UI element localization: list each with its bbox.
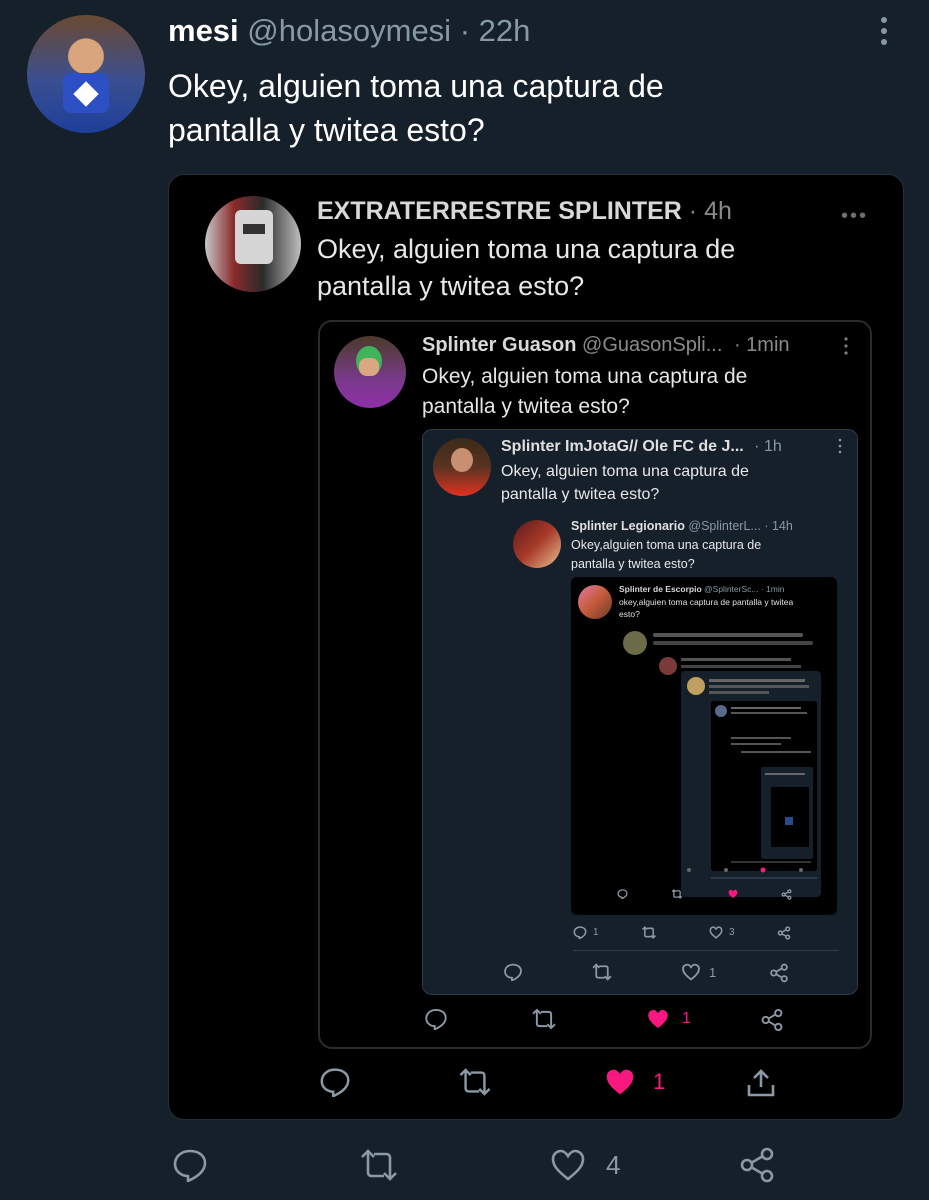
quoted-screenshot[interactable]: EXTRATERRESTRE SPLINTER · 4h ••• Okey, a… — [168, 174, 904, 1120]
like-count: 1 — [653, 1069, 666, 1094]
reply-button[interactable] — [503, 963, 523, 981]
display-name[interactable]: Splinter de Escorpio — [619, 584, 702, 594]
like-button[interactable]: 1 — [603, 1067, 665, 1097]
heart-filled-icon — [728, 889, 738, 899]
quoted-tweet[interactable]: Splinter Guason @GuasonSpli... · 1min Ok… — [318, 320, 872, 1049]
avatar[interactable] — [334, 336, 406, 408]
share-icon — [781, 889, 792, 900]
share-icon — [740, 1147, 774, 1183]
retweet-button[interactable] — [457, 1067, 493, 1097]
handle[interactable]: @SplinterSc... — [704, 584, 758, 594]
divider — [573, 950, 839, 951]
reply-button[interactable] — [617, 889, 628, 899]
share-button[interactable] — [738, 1146, 776, 1184]
tweet-text: Okey, alguien toma una captura de pantal… — [501, 463, 749, 503]
timestamp[interactable]: · 4h — [689, 197, 732, 225]
more-vertical-icon[interactable] — [842, 336, 850, 356]
reply-icon — [617, 889, 628, 899]
display-name[interactable]: mesi — [168, 13, 239, 48]
timestamp[interactable]: · 1min — [734, 334, 790, 356]
like-button[interactable]: 1 — [646, 1008, 691, 1030]
heart-outline-icon — [709, 926, 723, 939]
retweet-icon — [459, 1068, 491, 1096]
tweet-text: Okey, alguien toma una captura de pantal… — [422, 365, 748, 418]
display-name[interactable]: EXTRATERRESTRE SPLINTER — [317, 197, 682, 225]
timestamp[interactable]: · 14h — [764, 519, 793, 533]
retweet-button[interactable] — [641, 926, 657, 939]
avatar[interactable] — [27, 15, 145, 133]
avatar[interactable] — [513, 520, 561, 568]
share-icon — [761, 1008, 783, 1032]
tweet-text: okey,alguien toma captura de pantalla y … — [619, 597, 794, 619]
tweet-text: Okey,alguien toma una captura de pantall… — [571, 538, 762, 571]
display-name[interactable]: Splinter ImJotaG// Ole FC de J... — [501, 438, 744, 455]
tweet-text: Okey, alguien toma una captura de pantal… — [168, 68, 664, 148]
like-count: 1 — [709, 964, 717, 980]
share-icon — [770, 963, 788, 983]
like-count: 4 — [606, 1149, 621, 1180]
reply-icon — [425, 1008, 447, 1030]
separator: · — [459, 13, 471, 48]
quoted-tweet[interactable]: Splinter de Escorpio @SplinterSc... · 1m… — [571, 577, 837, 915]
more-options-icon[interactable]: ••• — [841, 205, 868, 228]
avatar[interactable] — [433, 438, 491, 496]
more-options-button[interactable] — [874, 14, 894, 48]
share-button[interactable] — [777, 926, 791, 940]
timestamp[interactable]: · 1min — [761, 584, 785, 594]
reply-button[interactable] — [319, 1067, 351, 1097]
retweet-icon — [671, 889, 683, 899]
retweet-button[interactable] — [591, 963, 613, 981]
heart-filled-icon — [606, 1069, 634, 1095]
like-button[interactable]: 3 — [709, 926, 735, 939]
reply-button[interactable]: 1 — [573, 926, 599, 939]
retweet-button[interactable] — [530, 1008, 558, 1030]
heart-outline-icon — [551, 1149, 585, 1181]
like-button[interactable]: 1 — [681, 963, 716, 981]
share-button[interactable] — [745, 1067, 777, 1099]
reply-icon — [573, 926, 587, 939]
share-icon — [777, 926, 791, 940]
avatar[interactable] — [205, 196, 301, 292]
timestamp[interactable]: · 1h — [754, 438, 782, 455]
reply-icon — [173, 1149, 207, 1182]
handle[interactable]: @SplinterL... — [688, 519, 760, 533]
more-vertical-icon — [881, 17, 887, 45]
quoted-tweet[interactable]: Splinter ImJotaG// Ole FC de J... · 1h O… — [422, 429, 858, 995]
like-button[interactable]: 4 — [550, 1148, 620, 1182]
share-upload-icon — [747, 1069, 775, 1097]
reply-count: 1 — [593, 927, 599, 938]
retweet-icon — [641, 926, 657, 939]
handle[interactable]: @holasoymesi — [247, 13, 451, 48]
like-count: 3 — [729, 927, 735, 938]
tweet-text: Okey, alguien toma una captura de pantal… — [317, 234, 736, 301]
like-count: 1 — [682, 1010, 691, 1027]
reply-button[interactable] — [172, 1148, 208, 1182]
retweet-icon — [361, 1149, 397, 1181]
display-name[interactable]: Splinter Legionario — [571, 519, 685, 533]
share-button[interactable] — [781, 889, 792, 900]
timestamp[interactable]: 22h — [479, 13, 531, 48]
reply-icon — [504, 963, 522, 981]
heart-outline-icon — [682, 963, 700, 981]
like-button[interactable] — [727, 889, 739, 899]
avatar[interactable] — [578, 585, 612, 619]
retweet-button[interactable] — [358, 1148, 400, 1182]
reply-button[interactable] — [424, 1008, 448, 1030]
reply-icon — [320, 1068, 350, 1097]
display-name[interactable]: Splinter Guason — [422, 334, 576, 356]
handle[interactable]: @GuasonSpli... — [582, 334, 722, 356]
retweet-icon — [592, 963, 612, 981]
retweet-icon — [532, 1008, 556, 1030]
heart-filled-icon — [648, 1009, 668, 1029]
share-button[interactable] — [769, 963, 789, 983]
share-button[interactable] — [760, 1008, 784, 1032]
more-vertical-icon[interactable] — [837, 438, 843, 454]
retweet-button[interactable] — [671, 889, 683, 899]
